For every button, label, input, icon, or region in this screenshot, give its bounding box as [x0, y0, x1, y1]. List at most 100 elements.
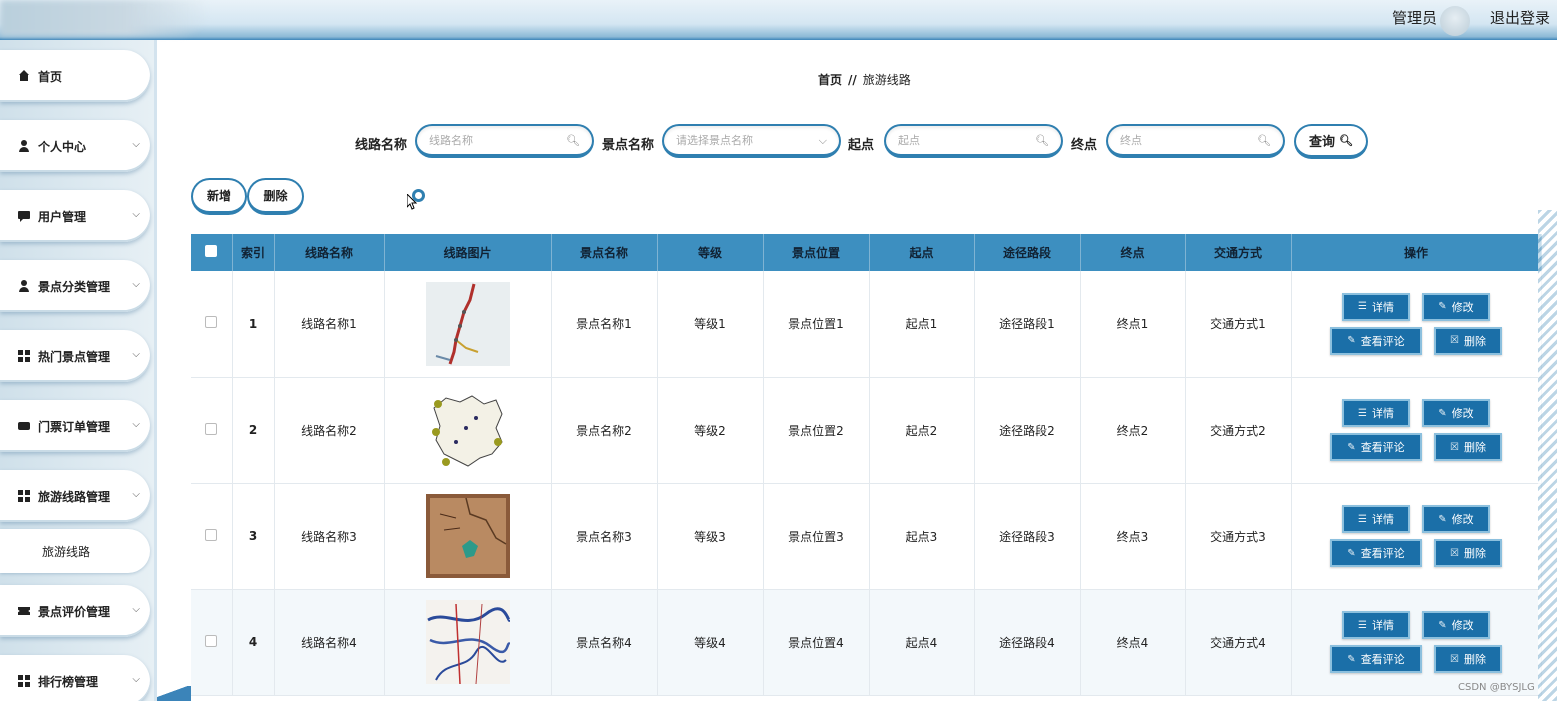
- route-map-image[interactable]: [425, 388, 510, 472]
- row-delete-label: 删除: [1463, 547, 1486, 560]
- grid-icon: [18, 490, 30, 502]
- column-header: 景点名称: [551, 234, 658, 271]
- cell-level: 等级1: [657, 271, 764, 378]
- row-checkbox[interactable]: [205, 316, 218, 329]
- pencil-icon: ✎: [1438, 407, 1447, 419]
- breadcrumb-home[interactable]: 首页: [818, 73, 842, 87]
- row-delete-label: 删除: [1463, 334, 1486, 348]
- view-comments-button[interactable]: ✎ 查看评论: [1330, 433, 1422, 461]
- route-map-image[interactable]: [425, 600, 510, 684]
- spot-name-select[interactable]: ⌵: [662, 124, 841, 158]
- watermark: CSDN @BYSJLG: [1458, 682, 1535, 693]
- cell-actions: ☰ 详情 ✎ 修改 ✎ 查看评论 ☒ 删除: [1291, 589, 1542, 696]
- route-map-image[interactable]: [425, 494, 510, 578]
- query-button[interactable]: 查询 🔍︎: [1294, 124, 1368, 159]
- cell-route-image: [384, 271, 552, 378]
- edit-button[interactable]: ✎ 修改: [1422, 399, 1490, 427]
- table-row: 4 线路名称4 景点名称4 等级4 景点位置4 起点4 途径路段4 终点4 交通…: [191, 589, 1542, 696]
- detail-button[interactable]: ☰ 详情: [1342, 611, 1410, 639]
- cell-index: 3: [232, 483, 275, 590]
- view-comments-label: 查看评论: [1360, 441, 1405, 454]
- chevron-down-icon: ⌵: [132, 279, 140, 290]
- top-bar: 管理员 退出登录: [0, 0, 1557, 40]
- select-all-checkbox[interactable]: [205, 245, 218, 257]
- pencil-icon: ✎: [1347, 441, 1356, 453]
- avatar[interactable]: [1440, 6, 1470, 36]
- sidebar: 首页 个人中心 ⌵ 用户管理 ⌵ 景点分类管理 ⌵ 热门景点管理 ⌵ 门票订单管…: [0, 40, 157, 701]
- cell-via: 途径路段3: [974, 483, 1081, 590]
- view-comments-button[interactable]: ✎ 查看评论: [1330, 326, 1422, 355]
- sidebar-item-spot-reviews[interactable]: 景点评价管理 ⌵: [0, 585, 150, 637]
- sidebar-item-ticket-orders[interactable]: 门票订单管理 ⌵: [0, 400, 150, 452]
- cell-end: 终点1: [1080, 271, 1186, 378]
- spot-name-input[interactable]: [676, 133, 839, 147]
- view-comments-button[interactable]: ✎ 查看评论: [1330, 539, 1422, 567]
- row-delete-button[interactable]: ☒ 删除: [1434, 539, 1502, 567]
- chevron-down-icon: ⌵: [132, 419, 140, 430]
- logout-link[interactable]: 退出登录: [1490, 7, 1550, 28]
- row-delete-button[interactable]: ☒ 删除: [1434, 433, 1502, 461]
- delete-button[interactable]: 删除: [247, 178, 304, 215]
- row-checkbox[interactable]: [205, 422, 218, 435]
- pencil-icon: ✎: [1438, 619, 1447, 631]
- search-icon: 🔍︎: [1339, 134, 1353, 147]
- sidebar-item-hot-spots[interactable]: 热门景点管理 ⌵: [0, 330, 150, 382]
- detail-button[interactable]: ☰ 详情: [1342, 505, 1410, 533]
- spot-name-label: 景点名称: [602, 138, 655, 153]
- loading-icon: [412, 189, 425, 202]
- table-row: 1 线路名称1 景点名称1 等级1 景点位置1 起点1 途径路段1 终点1 交通…: [191, 271, 1542, 378]
- sidebar-item-label: 用户管理: [38, 209, 87, 224]
- decorative-stripes: [1538, 210, 1557, 701]
- column-header: 起点: [869, 234, 975, 271]
- sidebar-item-spot-category[interactable]: 景点分类管理 ⌵: [0, 260, 150, 312]
- cell-index: 1: [232, 271, 275, 378]
- edit-button[interactable]: ✎ 修改: [1422, 505, 1490, 533]
- sidebar-item-rankings[interactable]: 排行榜管理 ⌵: [0, 655, 150, 701]
- sidebar-item-user-management[interactable]: 用户管理 ⌵: [0, 190, 150, 242]
- cell-route-image: [384, 483, 552, 590]
- search-icon: 🔍︎: [566, 134, 580, 147]
- detail-button[interactable]: ☰ 详情: [1342, 292, 1410, 321]
- document-icon: ☰: [1358, 619, 1367, 631]
- sidebar-item-home[interactable]: 首页: [0, 50, 150, 102]
- row-checkbox[interactable]: [205, 634, 218, 647]
- cell-actions: ☰ 详情 ✎ 修改 ✎ 查看评论 ☒ 删除: [1291, 483, 1542, 590]
- column-header: 终点: [1080, 234, 1186, 271]
- chevron-down-icon: ⌵: [132, 674, 140, 685]
- route-name-field[interactable]: 🔍︎: [415, 124, 594, 158]
- cell-index: 4: [232, 589, 275, 696]
- add-button[interactable]: 新增: [191, 178, 247, 215]
- cell-level: 等级4: [657, 589, 764, 696]
- edit-button[interactable]: ✎ 修改: [1422, 292, 1490, 321]
- chat-icon: [18, 210, 30, 222]
- cell-transport: 交通方式3: [1185, 483, 1292, 590]
- select-all-header[interactable]: [191, 234, 233, 271]
- cell-transport: 交通方式4: [1185, 589, 1292, 696]
- admin-name: 管理员: [1392, 9, 1438, 27]
- cell-transport: 交通方式1: [1185, 271, 1292, 378]
- cell-start: 起点1: [869, 271, 975, 378]
- cell-transport: 交通方式2: [1185, 377, 1292, 484]
- route-map-image[interactable]: [425, 281, 510, 366]
- row-checkbox[interactable]: [205, 528, 218, 541]
- edit-button[interactable]: ✎ 修改: [1422, 611, 1490, 639]
- detail-button[interactable]: ☰ 详情: [1342, 399, 1410, 427]
- row-delete-button[interactable]: ☒ 删除: [1434, 326, 1502, 355]
- ticket-icon: [18, 420, 30, 432]
- view-comments-label: 查看评论: [1360, 547, 1405, 560]
- cell-spot-name: 景点名称3: [551, 483, 658, 590]
- column-header: 操作: [1291, 234, 1542, 271]
- sidebar-subitem-routes[interactable]: 旅游线路: [0, 529, 150, 573]
- edit-button-label: 修改: [1451, 619, 1474, 632]
- sidebar-item-route-management[interactable]: 旅游线路管理 ⌵: [0, 470, 150, 522]
- site-logo: [0, 0, 210, 36]
- cell-via: 途径路段1: [974, 271, 1081, 378]
- sidebar-item-personal-center[interactable]: 个人中心 ⌵: [0, 120, 150, 172]
- row-delete-button[interactable]: ☒ 删除: [1434, 645, 1502, 673]
- end-field[interactable]: 🔍︎: [1106, 124, 1285, 158]
- detail-button-label: 详情: [1371, 513, 1394, 526]
- chevron-down-icon: ⌵: [818, 134, 827, 147]
- start-field[interactable]: 🔍︎: [884, 124, 1063, 158]
- document-icon: ☰: [1358, 513, 1367, 525]
- view-comments-button[interactable]: ✎ 查看评论: [1330, 645, 1422, 673]
